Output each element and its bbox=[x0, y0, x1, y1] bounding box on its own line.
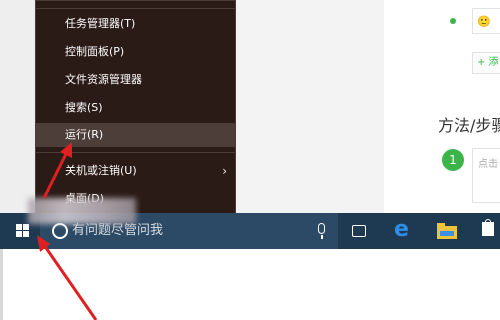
annotation-arrows bbox=[37, 142, 98, 320]
arrow-to-start-icon bbox=[37, 235, 98, 320]
arrow-to-run-icon bbox=[42, 142, 72, 199]
